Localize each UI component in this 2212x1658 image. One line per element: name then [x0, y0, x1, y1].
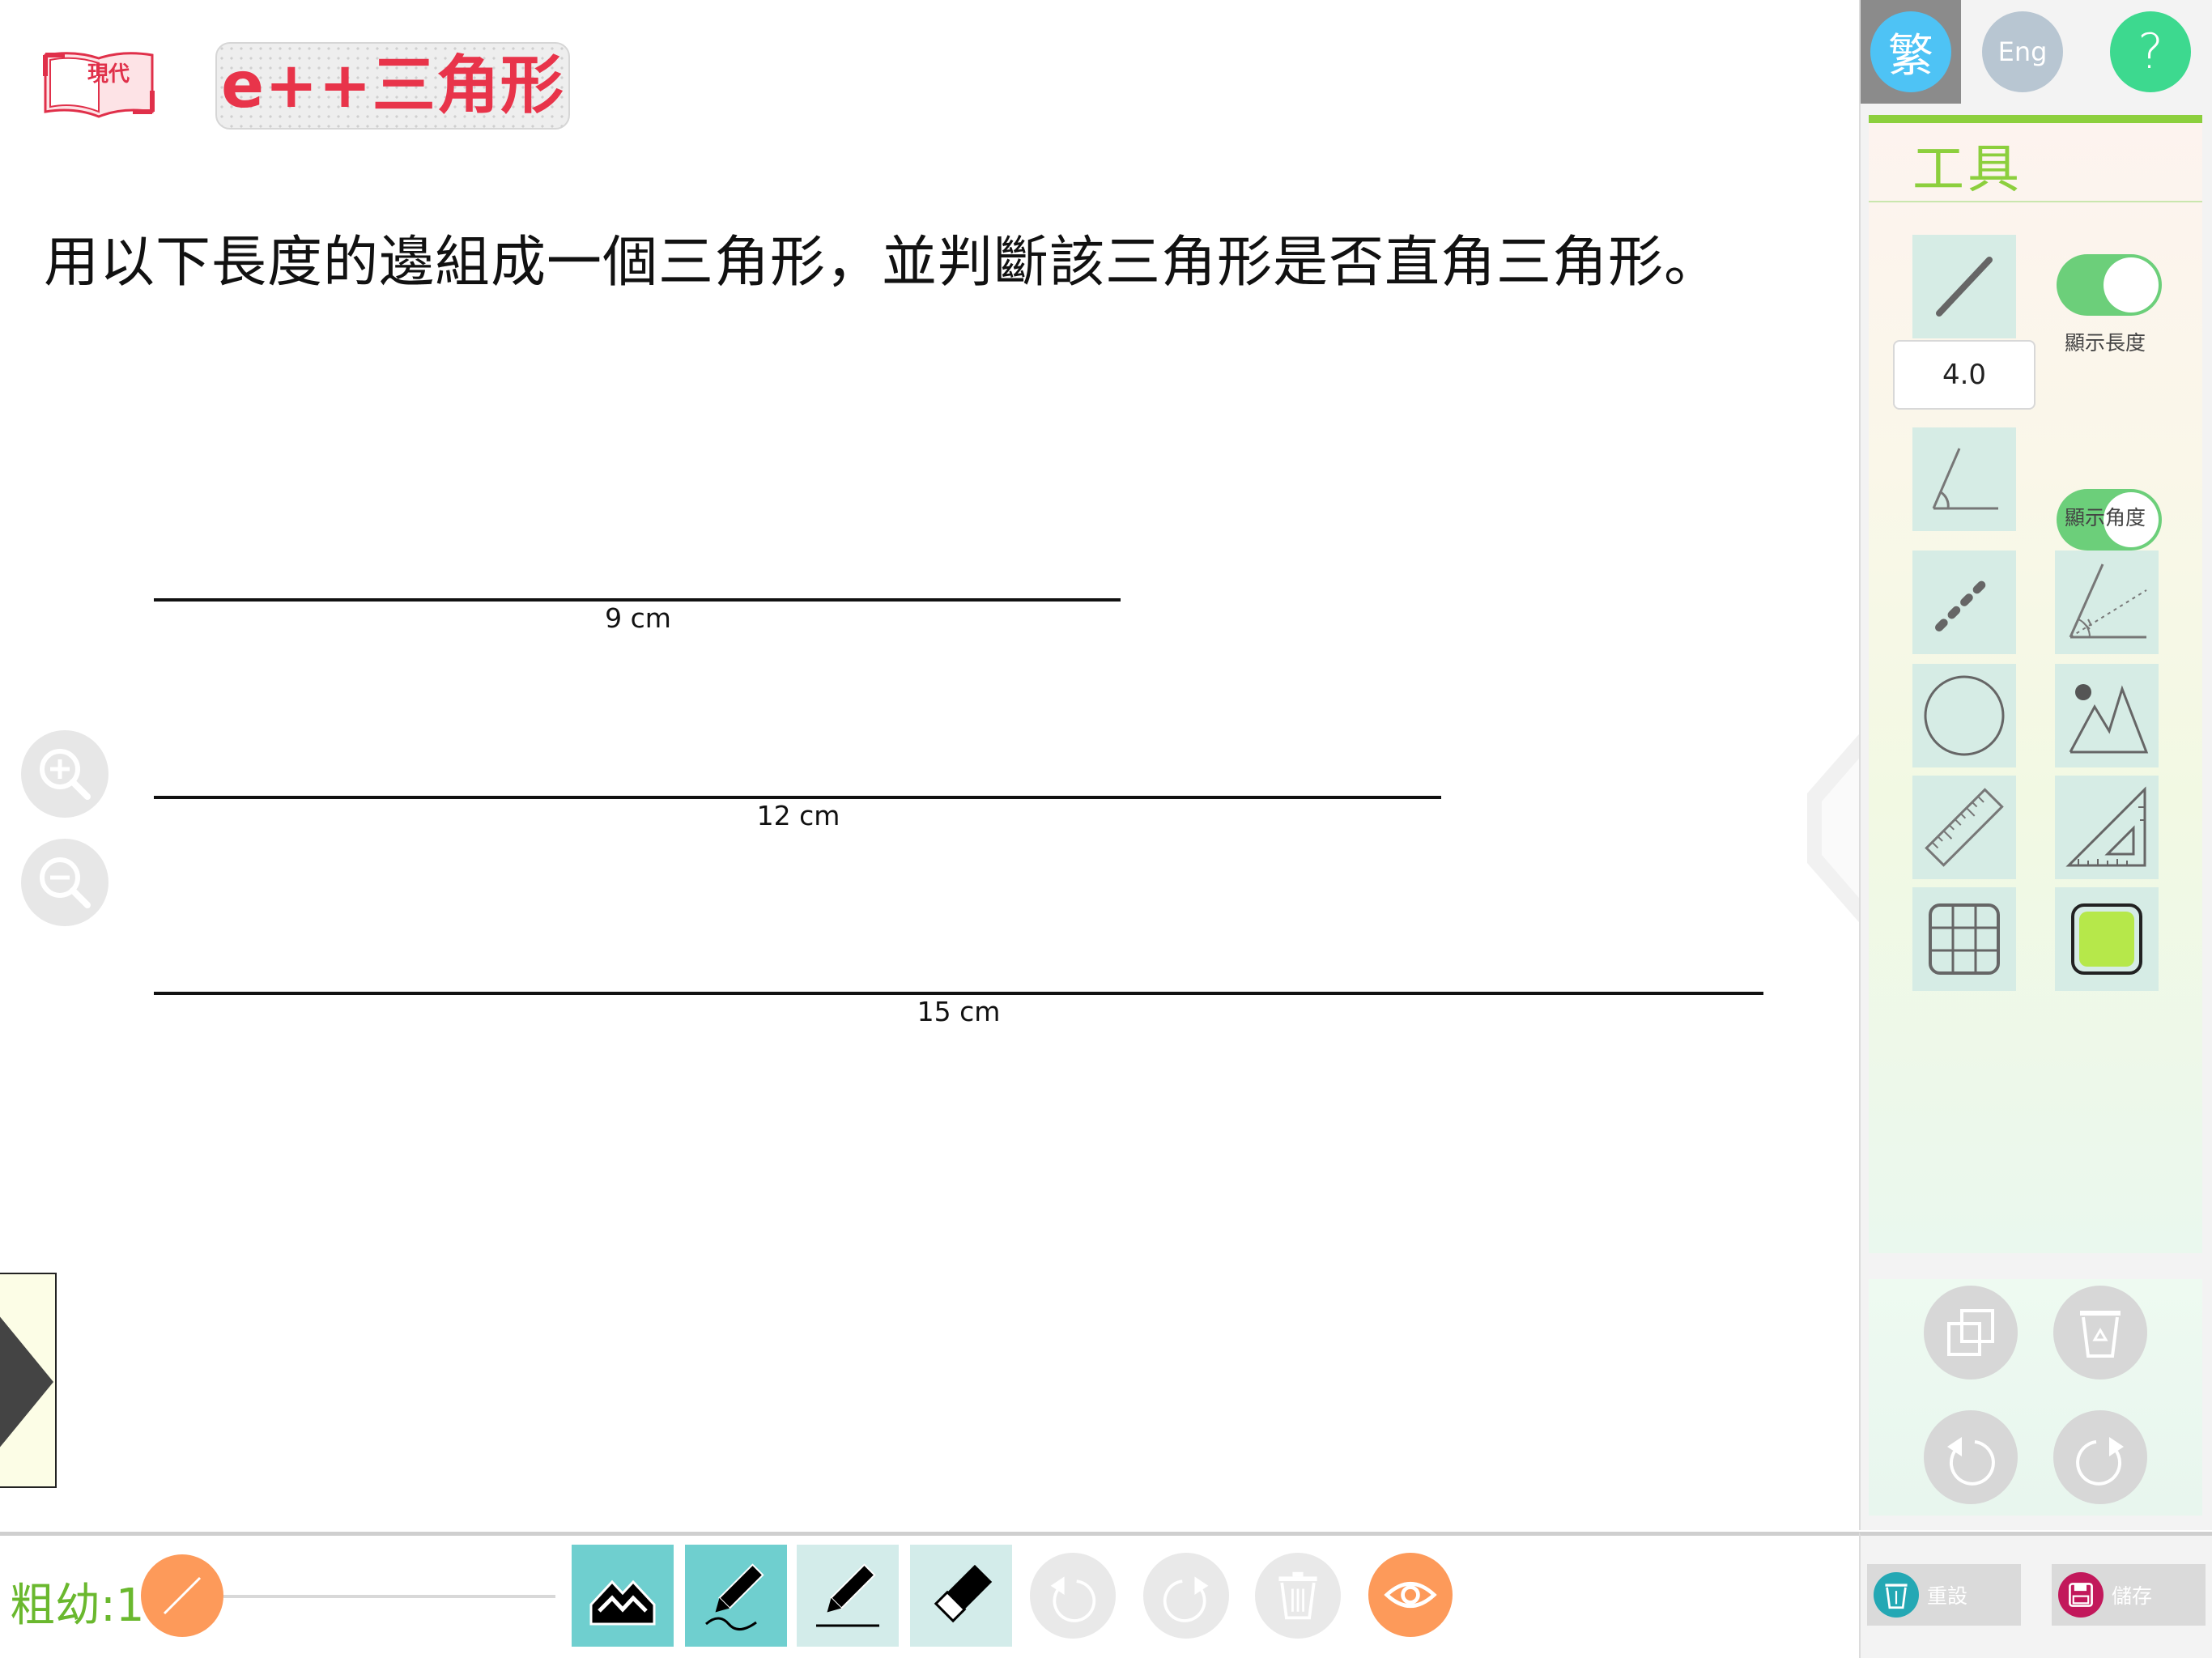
language-english-label: Eng [1997, 36, 2048, 67]
pen-icon [705, 1563, 764, 1630]
pencil-icon [816, 1563, 879, 1627]
pencil-tool[interactable] [797, 1545, 899, 1647]
show-length-label: 顯示長度 [2065, 331, 2146, 355]
visibility-toggle-button[interactable] [1368, 1553, 1453, 1637]
thickness-slider-thumb[interactable] [141, 1554, 223, 1637]
shape-fill-icon [589, 1579, 656, 1626]
dashed-line-tool[interactable] [1912, 551, 2016, 654]
redo-icon [1163, 1576, 1209, 1622]
toolbar-redo-button[interactable] [1143, 1553, 1229, 1639]
reset-trash-icon [1874, 1572, 1919, 1618]
undo-button[interactable] [1924, 1410, 2018, 1504]
set-square-icon [2065, 786, 2146, 867]
question-text: 用以下長度的邊組成一個三角形，並判斷該三角形是否直角三角形。 [44, 231, 1721, 295]
show-angle-label: 顯示角度 [2065, 506, 2146, 529]
angle-bisector-icon [2069, 563, 2147, 639]
segment-15cm[interactable] [154, 992, 1763, 995]
thickness-label: 粗幼:1 [10, 1579, 145, 1632]
stroke-icon [163, 1576, 202, 1615]
line-segment-tool[interactable] [1912, 235, 2016, 338]
fill-color-tool[interactable] [2055, 887, 2159, 991]
copy-icon [1947, 1309, 1994, 1356]
segment-label: 9 cm [605, 602, 671, 634]
point-triangle-icon [2069, 684, 2149, 754]
app-title-prefix: e++ [221, 49, 372, 122]
save-button[interactable]: 儲存 [2052, 1564, 2206, 1626]
ruler-tool[interactable] [1912, 776, 2016, 879]
segment-9cm[interactable] [154, 598, 1121, 602]
zoom-in-icon [40, 749, 91, 800]
undo-icon [1947, 1437, 1995, 1486]
angle-tool[interactable] [1912, 427, 2016, 531]
point-shape-tool[interactable] [2055, 664, 2159, 767]
divider [1869, 201, 2202, 202]
segment-12cm[interactable] [154, 796, 1441, 799]
redo-button[interactable] [2053, 1410, 2147, 1504]
eraser-tool[interactable] [910, 1545, 1012, 1647]
set-square-tool[interactable] [2055, 776, 2159, 879]
redo-icon [2076, 1437, 2124, 1486]
shape-fill-tool[interactable] [572, 1545, 674, 1647]
eye-icon [1384, 1582, 1437, 1608]
line-length-input[interactable]: 4.0 [1893, 340, 2035, 410]
save-icon [2058, 1572, 2104, 1618]
show-length-toggle[interactable] [2057, 254, 2162, 316]
line-segment-icon [1936, 257, 1993, 317]
actions-card [1869, 1279, 2202, 1516]
zoom-in-button[interactable] [21, 730, 108, 818]
ruler-icon [1925, 788, 2004, 867]
zoom-out-button[interactable] [21, 839, 108, 926]
side-drawer-toggle[interactable] [0, 1273, 57, 1488]
publisher-logo: 現代 [42, 47, 155, 121]
segment-label: 15 cm [917, 996, 1001, 1027]
circle-icon [1924, 675, 2005, 756]
toolbar-delete-button[interactable] [1255, 1553, 1341, 1639]
segment-label: 12 cm [756, 800, 840, 831]
language-english-button[interactable]: Eng [1982, 11, 2063, 92]
panel-collapse-tab[interactable] [1799, 729, 1864, 928]
trash-icon [1278, 1571, 1317, 1620]
help-button[interactable]: ? [2110, 11, 2191, 92]
save-label: 儲存 [2112, 1584, 2153, 1608]
grid-tool[interactable] [1912, 887, 2016, 991]
eraser-icon [934, 1564, 993, 1623]
undo-icon [1050, 1576, 1096, 1622]
fill-color-icon [2071, 903, 2142, 975]
recycle-bin-button[interactable] [2053, 1286, 2147, 1380]
copy-button[interactable] [1924, 1286, 2018, 1380]
circle-tool[interactable] [1912, 664, 2016, 767]
grid-icon [1929, 903, 2000, 975]
toolbar-undo-button[interactable] [1030, 1553, 1116, 1639]
dashed-line-icon [1935, 573, 1993, 631]
reset-button[interactable]: 重設 [1867, 1564, 2021, 1626]
app-title-main: 三角形 [372, 49, 564, 122]
thickness-slider-track[interactable] [223, 1595, 555, 1598]
angle-icon [1932, 448, 1998, 510]
language-traditional-label: 繁 [1888, 29, 1933, 83]
reset-label: 重設 [1927, 1584, 1968, 1608]
zoom-out-icon [40, 857, 91, 908]
publisher-logo-text: 現代 [87, 62, 130, 87]
help-icon: ? [2138, 23, 2163, 80]
pen-tool[interactable] [685, 1545, 787, 1647]
tools-title: 工具 [1912, 140, 2023, 200]
app-title-logo: e++ 三角形 [215, 42, 570, 130]
collapse-arrow-icon [1807, 729, 1864, 928]
chevron-right-icon [0, 1316, 53, 1448]
recycle-bin-icon [2080, 1311, 2121, 1358]
angle-bisector-tool[interactable] [2055, 551, 2159, 654]
language-traditional-button[interactable]: 繁 [1870, 11, 1951, 92]
